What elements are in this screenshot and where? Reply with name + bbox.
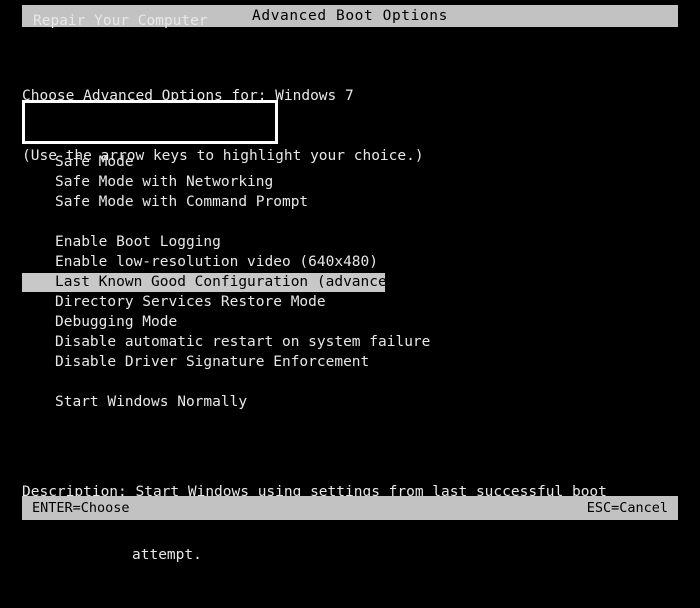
menu-item[interactable]: Safe Mode with Command Prompt (0, 192, 700, 212)
menu-item[interactable]: Disable automatic restart on system fail… (0, 332, 700, 352)
menu-item[interactable]: Enable Boot Logging (0, 232, 700, 252)
menu-item-label: Start Windows Normally (55, 394, 248, 410)
menu-item[interactable]: Safe Mode (0, 152, 700, 172)
menu-item-label: Safe Mode (55, 154, 134, 170)
menu-item-label: Disable Driver Signature Enforcement (55, 354, 370, 370)
menu-item[interactable]: Enable low-resolution video (640x480) (0, 252, 700, 272)
description-block: Description: Start Windows using setting… (22, 440, 607, 608)
menu-item[interactable]: Start Windows Normally (0, 392, 700, 412)
esc-cancel-hint[interactable]: ESC=Cancel (587, 500, 668, 516)
menu-spacer (0, 212, 700, 232)
boot-options-menu: Safe Mode Safe Mode with Networking Safe M… (0, 152, 700, 412)
menu-item[interactable]: Directory Services Restore Mode (0, 292, 700, 312)
menu-item-label: Directory Services Restore Mode (55, 294, 326, 310)
menu-item-label: Last Known Good Configuration (advanced) (55, 274, 405, 290)
description-line-2: attempt. (132, 547, 202, 563)
menu-item[interactable]: Disable Driver Signature Enforcement (0, 352, 700, 372)
menu-item-label: Disable automatic restart on system fail… (55, 334, 431, 350)
menu-item-label: Safe Mode with Networking (55, 174, 274, 190)
footer-bar: ENTER=Choose ESC=Cancel (22, 496, 678, 520)
menu-spacer (0, 372, 700, 392)
menu-item[interactable]: Safe Mode with Networking (0, 172, 700, 192)
menu-item-label: Debugging Mode (55, 314, 178, 330)
enter-choose-hint[interactable]: ENTER=Choose (32, 500, 130, 516)
advanced-boot-options-screen: Advanced Boot Options Choose Advanced Op… (0, 0, 700, 563)
menu-item-label: Safe Mode with Command Prompt (55, 194, 309, 210)
menu-item-label: Enable Boot Logging (55, 234, 221, 250)
menu-item[interactable]: Last Known Good Configuration (advanced) (0, 272, 700, 292)
repair-your-computer-option[interactable] (22, 100, 278, 144)
menu-item-label: Enable low-resolution video (640x480) (55, 254, 379, 270)
menu-item[interactable]: Debugging Mode (0, 312, 700, 332)
window-title: Advanced Boot Options (252, 8, 448, 24)
repair-your-computer-label: Repair Your Computer (33, 13, 208, 29)
